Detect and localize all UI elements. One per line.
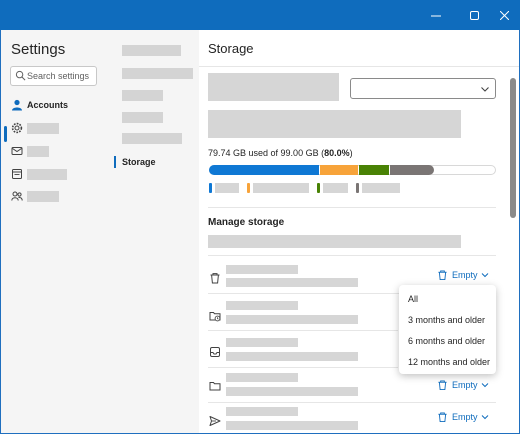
storage-segment-gray xyxy=(390,165,434,175)
sidebar-item-label-placeholder xyxy=(27,191,59,202)
legend-swatch-blue xyxy=(209,183,212,193)
chevron-down-icon xyxy=(481,87,489,92)
subnav-item-placeholder[interactable] xyxy=(122,68,193,79)
send-icon xyxy=(209,416,221,426)
empty-options-menu: All 3 months and older 6 months and olde… xyxy=(399,285,496,374)
divider xyxy=(208,255,496,256)
chevron-down-icon xyxy=(481,415,489,420)
storage-segment-orange xyxy=(320,165,358,175)
divider xyxy=(199,66,519,67)
account-info-placeholder xyxy=(208,73,339,101)
legend-label-placeholder xyxy=(362,183,400,193)
subnav-item-storage[interactable]: Storage xyxy=(122,157,156,167)
trash-icon xyxy=(438,380,447,391)
storage-segment-blue xyxy=(209,165,319,175)
close-icon[interactable] xyxy=(488,0,520,30)
subnav-item-placeholder[interactable] xyxy=(122,133,182,144)
divider xyxy=(208,402,496,403)
search-placeholder: Search settings xyxy=(27,71,90,81)
section-title: Manage storage xyxy=(208,217,285,228)
gear-icon xyxy=(11,122,23,134)
legend-swatch-gray xyxy=(356,183,359,193)
empty-label: Empty xyxy=(452,412,478,422)
active-indicator xyxy=(4,126,7,142)
folder-name-placeholder xyxy=(226,407,298,416)
sidebar-item-general[interactable] xyxy=(11,120,101,136)
empty-button[interactable]: Empty xyxy=(437,378,497,392)
page-title: Storage xyxy=(208,41,254,56)
folder-clock-icon xyxy=(209,312,221,322)
chevron-down-icon xyxy=(481,383,489,388)
legend-swatch-green xyxy=(317,183,320,193)
trash-icon xyxy=(438,412,447,423)
sidebar-item-label-placeholder xyxy=(27,123,59,134)
person-icon xyxy=(12,99,22,111)
sidebar-item-accounts[interactable]: Accounts xyxy=(11,97,101,113)
sidebar-item-mail[interactable] xyxy=(11,143,101,159)
folder-name-placeholder xyxy=(226,265,298,274)
account-dropdown[interactable] xyxy=(350,78,496,99)
sidebar-item-people[interactable] xyxy=(11,188,101,204)
description-placeholder xyxy=(208,110,461,138)
maximize-icon[interactable] xyxy=(458,0,490,30)
section-description-placeholder xyxy=(208,235,461,248)
folder-name-placeholder xyxy=(226,301,298,310)
menu-item-3-months[interactable]: 3 months and older xyxy=(408,315,485,325)
inbox-icon xyxy=(210,347,220,357)
empty-label: Empty xyxy=(452,380,478,390)
title-bar xyxy=(0,0,520,30)
trash-icon xyxy=(210,273,220,284)
folder-name-placeholder xyxy=(226,373,298,382)
calendar-icon xyxy=(12,169,22,179)
legend-swatch-orange xyxy=(247,183,250,193)
folder-size-placeholder xyxy=(226,387,358,396)
folder-size-placeholder xyxy=(226,315,358,324)
sub-navigation: Storage xyxy=(104,30,199,433)
divider xyxy=(208,330,398,331)
search-input[interactable]: Search settings xyxy=(10,66,97,86)
settings-sidebar: Settings Search settings Accounts xyxy=(1,30,104,433)
divider xyxy=(208,207,496,208)
mail-icon xyxy=(11,147,23,155)
sidebar-item-calendar[interactable] xyxy=(11,166,101,182)
folder-size-placeholder xyxy=(226,278,358,287)
sidebar-item-label: Accounts xyxy=(27,100,69,110)
divider xyxy=(208,367,398,368)
folder-size-placeholder xyxy=(226,421,358,430)
usage-percent: 80.0% xyxy=(324,148,350,158)
legend-label-placeholder xyxy=(253,183,309,193)
search-icon xyxy=(15,70,26,81)
subnav-item-placeholder[interactable] xyxy=(122,45,181,56)
menu-item-6-months[interactable]: 6 months and older xyxy=(408,336,485,346)
sidebar-item-label-placeholder xyxy=(27,146,49,157)
legend-label-placeholder xyxy=(215,183,239,193)
people-icon xyxy=(11,191,23,201)
active-indicator xyxy=(114,156,116,168)
empty-label: Empty xyxy=(452,270,478,280)
menu-item-all[interactable]: All xyxy=(408,294,418,304)
legend-label-placeholder xyxy=(323,183,348,193)
empty-button[interactable]: Empty xyxy=(437,410,497,424)
minimize-icon[interactable] xyxy=(420,0,452,30)
empty-button[interactable]: Empty xyxy=(437,268,497,282)
folder-icon xyxy=(209,382,221,391)
subnav-item-placeholder[interactable] xyxy=(122,90,163,101)
window-border xyxy=(0,30,1,434)
folder-name-placeholder xyxy=(226,338,298,347)
chevron-down-icon xyxy=(481,273,489,278)
page-title: Settings xyxy=(11,41,66,58)
storage-segment-green xyxy=(359,165,389,175)
usage-text: 79.74 GB used of 99.00 GB (80.0%) xyxy=(208,148,353,158)
scrollbar-thumb[interactable] xyxy=(510,78,516,218)
menu-item-12-months[interactable]: 12 months and older xyxy=(408,357,490,367)
subnav-item-placeholder[interactable] xyxy=(122,112,163,123)
trash-icon xyxy=(438,270,447,281)
folder-size-placeholder xyxy=(226,352,358,361)
sidebar-item-label-placeholder xyxy=(27,169,67,180)
